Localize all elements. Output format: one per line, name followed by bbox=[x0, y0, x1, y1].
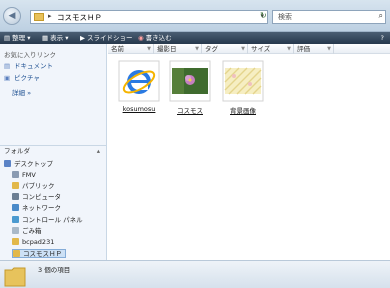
breadcrumb-separator: ▸ bbox=[48, 12, 52, 20]
address-bar-area: ◀ ▸ コスモスＨＰ ▾ ↻ 検索 ⌕ bbox=[0, 0, 390, 32]
pattern-thumbnail bbox=[222, 60, 264, 102]
organize-button[interactable]: ▤ 整理 ▾ bbox=[4, 32, 31, 44]
folder-icon bbox=[4, 267, 26, 287]
chevron-up-icon[interactable]: ▴ bbox=[97, 146, 100, 157]
tree-item[interactable]: FMV bbox=[12, 171, 36, 180]
chevron-down-icon: ▼ bbox=[241, 46, 245, 52]
chevron-down-icon: ▼ bbox=[147, 46, 151, 52]
item-count: 3 個の項目 bbox=[38, 266, 71, 274]
slideshow-icon: ▶ bbox=[80, 34, 85, 42]
file-name: 背景画像 bbox=[230, 107, 256, 115]
user-folder-icon bbox=[12, 171, 19, 179]
tree-item-label: コスモスＨＰ bbox=[23, 249, 62, 258]
favorite-link-pictures[interactable]: ▣ ピクチャ bbox=[4, 74, 40, 83]
refresh-icon[interactable]: ↻ bbox=[260, 11, 267, 20]
column-tags[interactable]: タグ ▼ bbox=[202, 44, 248, 54]
tree-item[interactable]: デスクトップ bbox=[4, 160, 53, 169]
back-arrow-icon: ◀ bbox=[8, 11, 16, 21]
address-box[interactable]: ▸ コスモスＨＰ ▾ bbox=[30, 10, 268, 24]
file-name: kosumosu bbox=[122, 105, 156, 113]
documents-icon: ▤ bbox=[4, 62, 11, 70]
tree-item-label: ネットワーク bbox=[22, 204, 61, 213]
column-headers: 名前 ▼ 撮影日 ▼ タグ ▼ サイズ ▼ 評価 ▼ bbox=[108, 44, 390, 54]
tree-item[interactable]: bcpad231 bbox=[12, 237, 55, 247]
chevron-down-icon: ▼ bbox=[327, 46, 331, 52]
views-button[interactable]: ▦ 表示 ▾ bbox=[42, 32, 69, 44]
tree-item-label: コンピュータ bbox=[22, 193, 61, 202]
network-icon bbox=[12, 204, 19, 212]
breadcrumb-current[interactable]: コスモスＨＰ bbox=[57, 12, 102, 23]
folder-icon bbox=[34, 13, 44, 21]
navigation-pane: お気に入りリンク ▤ ドキュメント ▣ ピクチャ 詳細 » フォルダ ▴ デスクトップ… bbox=[0, 44, 107, 279]
folder-icon bbox=[13, 249, 20, 257]
organize-icon: ▤ bbox=[4, 34, 11, 42]
folders-header[interactable]: フォルダ ▴ bbox=[0, 145, 106, 156]
more-link[interactable]: 詳細 » bbox=[12, 87, 31, 97]
favorite-link-documents[interactable]: ▤ ドキュメント bbox=[4, 62, 53, 71]
column-name[interactable]: 名前 ▼ bbox=[108, 44, 154, 54]
tree-item[interactable]: コンピュータ bbox=[12, 193, 61, 202]
photo-thumbnail bbox=[169, 60, 211, 102]
tree-item-label: パブリック bbox=[22, 182, 55, 191]
search-input[interactable]: 検索 ⌕ bbox=[272, 10, 386, 24]
burn-icon: ◉ bbox=[138, 34, 144, 42]
tree-item-label: デスクトップ bbox=[14, 160, 53, 168]
tree-item-label: FMV bbox=[22, 171, 36, 180]
file-name: コスモス bbox=[177, 107, 203, 115]
pictures-icon: ▣ bbox=[4, 74, 11, 82]
computer-icon bbox=[12, 193, 19, 201]
column-rating[interactable]: 評価 ▼ bbox=[294, 44, 334, 54]
control-panel-icon bbox=[12, 215, 19, 223]
folder-icon bbox=[12, 182, 19, 190]
back-button[interactable]: ◀ bbox=[3, 7, 21, 25]
tree-item[interactable]: コスモスＨＰ bbox=[12, 248, 66, 258]
search-placeholder: 検索 bbox=[278, 13, 292, 21]
recycle-bin-icon bbox=[12, 226, 19, 234]
tree-item-label: コントロール パネル bbox=[22, 215, 83, 224]
column-date-taken[interactable]: 撮影日 ▼ bbox=[154, 44, 202, 54]
desktop-icon bbox=[4, 160, 11, 167]
tree-item[interactable]: パブリック bbox=[12, 182, 55, 191]
chevron-down-icon: ▼ bbox=[195, 46, 199, 52]
column-size[interactable]: サイズ ▼ bbox=[248, 44, 294, 54]
views-icon: ▦ bbox=[42, 34, 49, 42]
tree-item[interactable]: ネットワーク bbox=[12, 204, 61, 213]
tree-item[interactable]: コントロール パネル bbox=[12, 215, 83, 225]
tree-item-label: bcpad231 bbox=[22, 237, 55, 246]
favorites-header: お気に入りリンク bbox=[4, 51, 56, 59]
slideshow-button[interactable]: ▶ スライドショー bbox=[80, 32, 133, 44]
tree-item-label: ごみ箱 bbox=[22, 226, 42, 235]
command-bar: ▤ 整理 ▾ ▦ 表示 ▾ ▶ スライドショー ◉ 書き込む ? bbox=[0, 32, 390, 44]
folder-icon bbox=[12, 237, 19, 245]
internet-explorer-icon bbox=[118, 60, 160, 102]
burn-button[interactable]: ◉ 書き込む bbox=[138, 32, 172, 44]
search-icon[interactable]: ⌕ bbox=[379, 11, 383, 21]
tree-item[interactable]: ごみ箱 bbox=[12, 226, 42, 236]
chevron-down-icon: ▼ bbox=[287, 46, 291, 52]
details-pane: 3 個の項目 bbox=[0, 260, 390, 288]
help-icon[interactable]: ? bbox=[381, 32, 384, 44]
